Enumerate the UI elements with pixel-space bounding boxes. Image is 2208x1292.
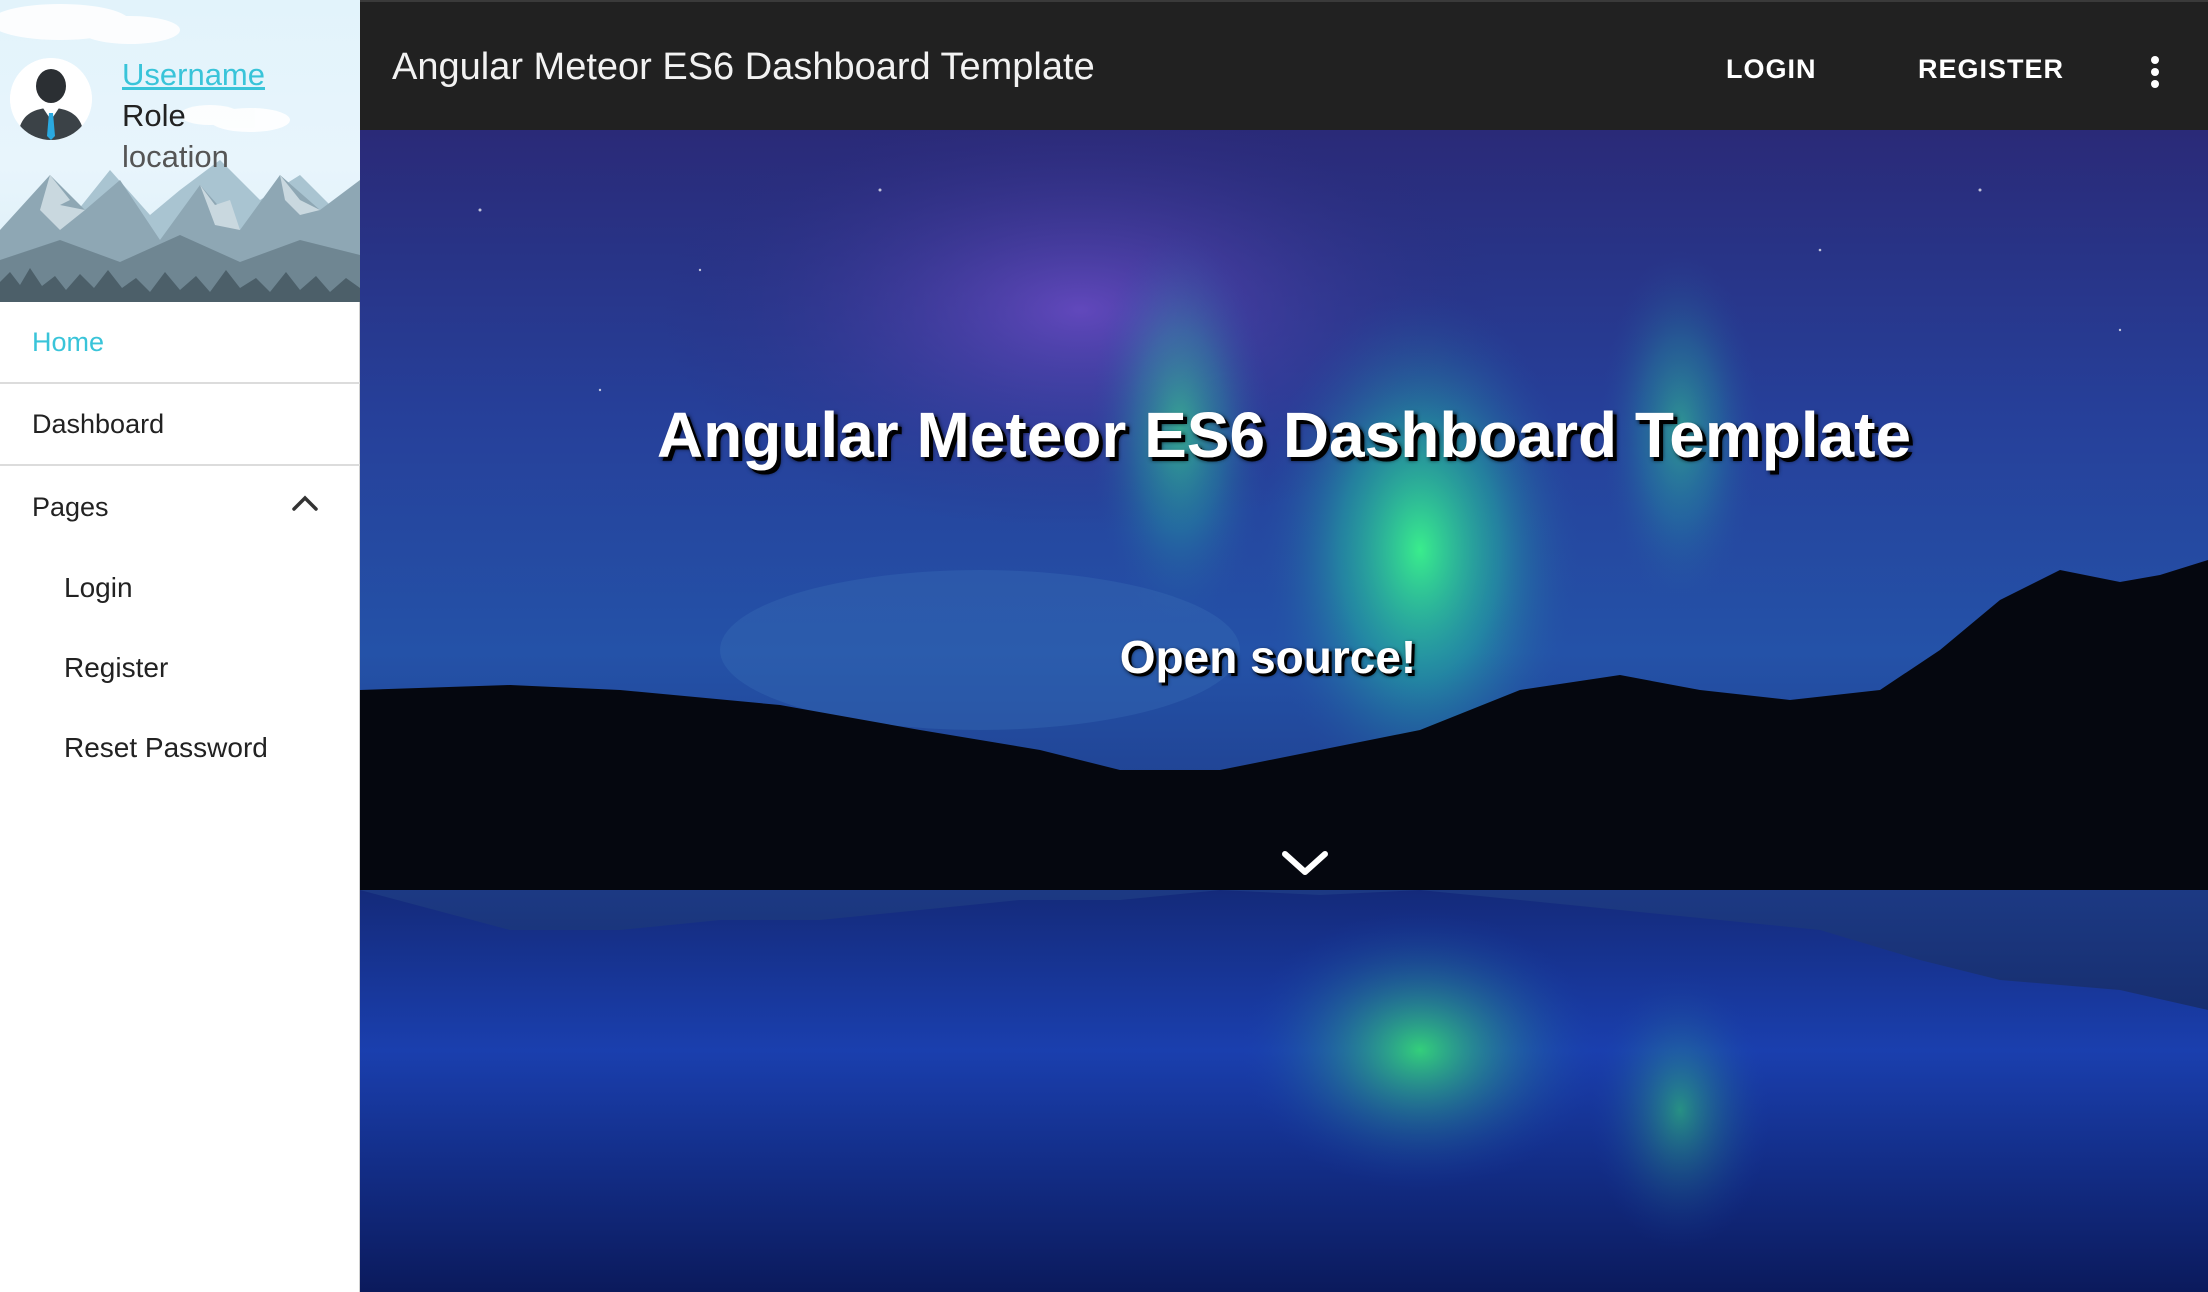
user-role: Role bbox=[122, 98, 186, 133]
user-avatar-icon bbox=[10, 58, 92, 140]
hero-banner: Angular Meteor ES6 Dashboard Template Op… bbox=[360, 130, 2208, 1292]
sidebar-item-home[interactable]: Home bbox=[0, 302, 360, 384]
sidebar-item-pages[interactable]: Pages bbox=[0, 466, 360, 548]
chevron-up-icon[interactable] bbox=[292, 494, 318, 512]
sidebar-subitem-reset-password[interactable]: Reset Password bbox=[64, 732, 268, 764]
username-link[interactable]: Username bbox=[122, 54, 265, 95]
user-location: location bbox=[122, 139, 229, 174]
sidebar-subitem-login[interactable]: Login bbox=[64, 572, 133, 604]
aurora-background-image bbox=[360, 130, 2208, 1292]
sidebar-subitem-register[interactable]: Register bbox=[64, 652, 168, 684]
top-app-bar: Angular Meteor ES6 Dashboard Template LO… bbox=[360, 0, 2208, 130]
hero-title: Angular Meteor ES6 Dashboard Template bbox=[656, 399, 1912, 471]
profile-info: Username Role location bbox=[122, 54, 265, 177]
sidebar-item-label: Home bbox=[32, 326, 105, 357]
profile-header: Username Role location bbox=[0, 0, 360, 302]
more-vert-icon[interactable] bbox=[2144, 52, 2164, 92]
sidebar-item-label: Pages bbox=[32, 491, 109, 522]
register-button[interactable]: REGISTER bbox=[1918, 54, 2064, 85]
sidebar: Username Role location Home Dashboard Pa… bbox=[0, 0, 360, 1292]
sidebar-item-label: Dashboard bbox=[32, 408, 165, 439]
chevron-down-icon[interactable] bbox=[1280, 848, 1330, 878]
app-title: Angular Meteor ES6 Dashboard Template bbox=[392, 46, 1095, 88]
hero-subtitle: Open source! bbox=[1119, 631, 1417, 683]
login-button[interactable]: LOGIN bbox=[1726, 54, 1817, 85]
sidebar-item-dashboard[interactable]: Dashboard bbox=[0, 384, 360, 466]
